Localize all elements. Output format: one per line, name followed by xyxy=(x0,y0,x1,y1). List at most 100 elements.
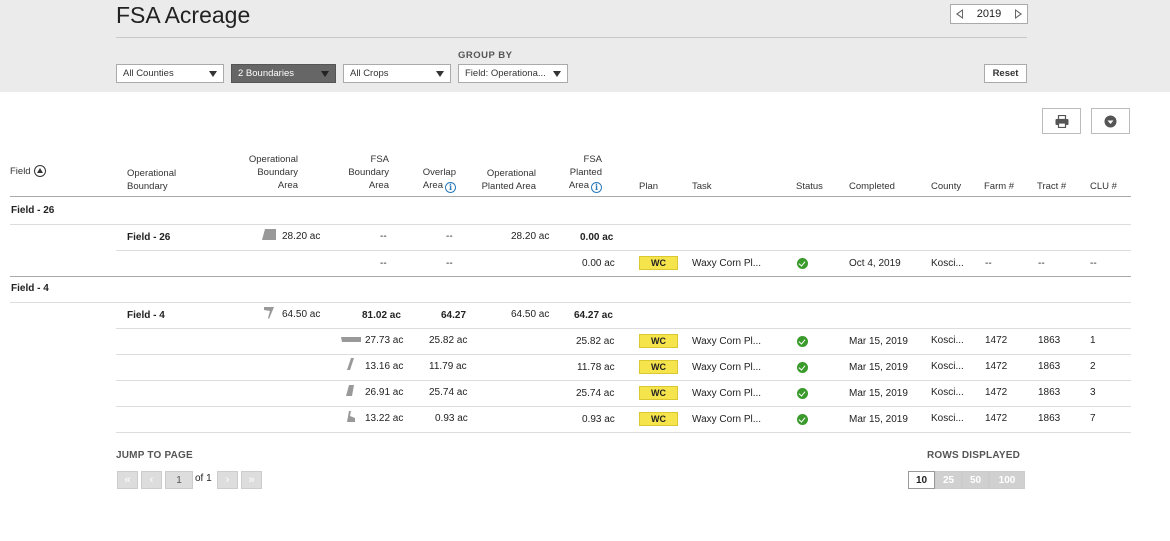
group-label: Field - 4 xyxy=(11,283,49,294)
row-divider xyxy=(116,432,1131,433)
year-next-icon[interactable] xyxy=(1014,9,1022,19)
col-operational-boundary-area: Operational Boundary Area xyxy=(228,153,298,192)
county: Kosci... xyxy=(931,335,964,346)
download-icon xyxy=(1104,115,1117,127)
row-divider xyxy=(116,380,1131,381)
col-fpa-line3: Area xyxy=(568,180,589,191)
completed-date: Oct 4, 2019 xyxy=(849,258,901,269)
col-oba-line2: Boundary xyxy=(257,167,298,178)
fsa-boundary-area: -- xyxy=(380,231,387,242)
row-divider xyxy=(116,250,1131,251)
completed-date: Mar 15, 2019 xyxy=(849,388,908,399)
col-plan: Plan xyxy=(639,181,659,192)
field-shape-icon xyxy=(341,337,361,342)
farm-number: 1472 xyxy=(985,361,1008,372)
rows-option-25[interactable]: 25 xyxy=(935,471,962,489)
print-button[interactable] xyxy=(1042,108,1081,134)
col-farm: Farm # xyxy=(984,181,1015,192)
col-field[interactable]: Field xyxy=(10,165,46,178)
boundaries-dropdown[interactable]: 2 Boundaries xyxy=(231,64,336,83)
fsa-boundary-area: 13.22 ac xyxy=(365,413,404,424)
field-shape-icon xyxy=(264,307,274,319)
chevron-down-icon xyxy=(436,70,444,77)
task-link[interactable]: Waxy Corn Pl... xyxy=(692,336,761,347)
clu-number: 1 xyxy=(1090,335,1096,346)
county: Kosci... xyxy=(931,387,964,398)
plan-badge[interactable]: WC xyxy=(639,256,678,270)
field-shape-icon xyxy=(347,358,354,370)
info-icon[interactable]: i xyxy=(591,182,602,193)
col-fpa-line1: FSA xyxy=(583,154,602,165)
chevron-down-icon xyxy=(209,70,217,77)
overlap-area: 25.74 ac xyxy=(429,387,468,398)
page-input[interactable]: 1 xyxy=(165,471,193,489)
farm-number: -- xyxy=(985,258,992,269)
col-operational-boundary-line1: Operational xyxy=(127,168,177,179)
col-clu: CLU # xyxy=(1090,181,1117,192)
row-divider xyxy=(116,354,1131,355)
plan-badge[interactable]: WC xyxy=(639,334,678,348)
first-page-button[interactable]: « xyxy=(117,471,138,489)
plan-badge[interactable]: WC xyxy=(639,360,678,374)
rows-option-100[interactable]: 100 xyxy=(989,471,1025,489)
year-prev-icon[interactable] xyxy=(956,9,963,19)
col-status: Status xyxy=(796,181,823,192)
counties-dropdown[interactable]: All Counties xyxy=(116,64,224,83)
check-circle-icon xyxy=(797,362,808,373)
task-link[interactable]: Waxy Corn Pl... xyxy=(692,258,761,269)
last-page-button[interactable]: » xyxy=(241,471,262,489)
tract-number: 1863 xyxy=(1038,361,1061,372)
fsa-planted-area: 11.78 ac xyxy=(577,362,615,373)
rows-option-10[interactable]: 10 xyxy=(908,471,935,489)
crops-dropdown-value: All Crops xyxy=(350,68,389,79)
col-operational-boundary: Operational Boundary xyxy=(127,167,176,193)
jump-to-page-label: JUMP TO PAGE xyxy=(116,450,193,461)
clu-number: 3 xyxy=(1090,387,1096,398)
col-fba-line1: FSA xyxy=(370,154,389,165)
task-link[interactable]: Waxy Corn Pl... xyxy=(692,414,761,425)
fsa-boundary-area: 26.91 ac xyxy=(365,387,404,398)
fsa-boundary-area: 13.16 ac xyxy=(365,361,404,372)
field-shape-icon xyxy=(262,229,276,240)
group-by-dropdown[interactable]: Field: Operationa... xyxy=(458,64,568,83)
overlap-area: 11.79 ac xyxy=(429,361,467,372)
sort-asc-icon[interactable] xyxy=(33,165,46,177)
completed-date: Mar 15, 2019 xyxy=(849,414,908,425)
op-planted-area: 64.50 ac xyxy=(511,309,550,320)
clu-number: 7 xyxy=(1090,413,1096,424)
prev-page-button[interactable]: ‹ xyxy=(141,471,162,489)
task-link[interactable]: Waxy Corn Pl... xyxy=(692,388,761,399)
col-overlap-line2: Area xyxy=(422,180,443,191)
plan-badge[interactable]: WC xyxy=(639,386,678,400)
fsa-planted-area: 0.93 ac xyxy=(582,414,615,425)
fsa-planted-area: 0.00 ac xyxy=(582,258,615,269)
reset-button[interactable]: Reset xyxy=(984,64,1027,83)
tract-number: 1863 xyxy=(1038,413,1061,424)
check-circle-icon xyxy=(797,336,808,347)
plan-badge[interactable]: WC xyxy=(639,412,678,426)
county: Kosci... xyxy=(931,361,964,372)
col-oba-line3: Area xyxy=(277,180,298,191)
group-by-dropdown-value: Field: Operationa... xyxy=(465,68,546,79)
overlap-area: -- xyxy=(446,231,453,242)
next-page-button[interactable]: › xyxy=(217,471,238,489)
col-operational-planted-area: Operational Planted Area xyxy=(470,167,536,193)
crops-dropdown[interactable]: All Crops xyxy=(343,64,451,83)
rows-option-50[interactable]: 50 xyxy=(962,471,989,489)
tract-number: -- xyxy=(1038,258,1045,269)
rows-selector: 10 25 50 100 xyxy=(908,471,1025,489)
col-overlap-area: Overlap Area i xyxy=(404,166,456,193)
download-button[interactable] xyxy=(1091,108,1130,134)
col-county: County xyxy=(931,181,962,192)
row-divider xyxy=(10,224,1131,225)
col-task: Task xyxy=(692,181,712,192)
task-link[interactable]: Waxy Corn Pl... xyxy=(692,362,761,373)
chevron-down-icon xyxy=(553,70,561,77)
group-label: Field - 26 xyxy=(11,205,55,216)
overlap-area: 25.82 ac xyxy=(429,335,468,346)
completed-date: Mar 15, 2019 xyxy=(849,362,908,373)
info-icon[interactable]: i xyxy=(445,182,456,193)
county: Kosci... xyxy=(931,413,964,424)
field-shape-icon xyxy=(346,385,354,396)
group-by-label: GROUP BY xyxy=(458,50,513,61)
